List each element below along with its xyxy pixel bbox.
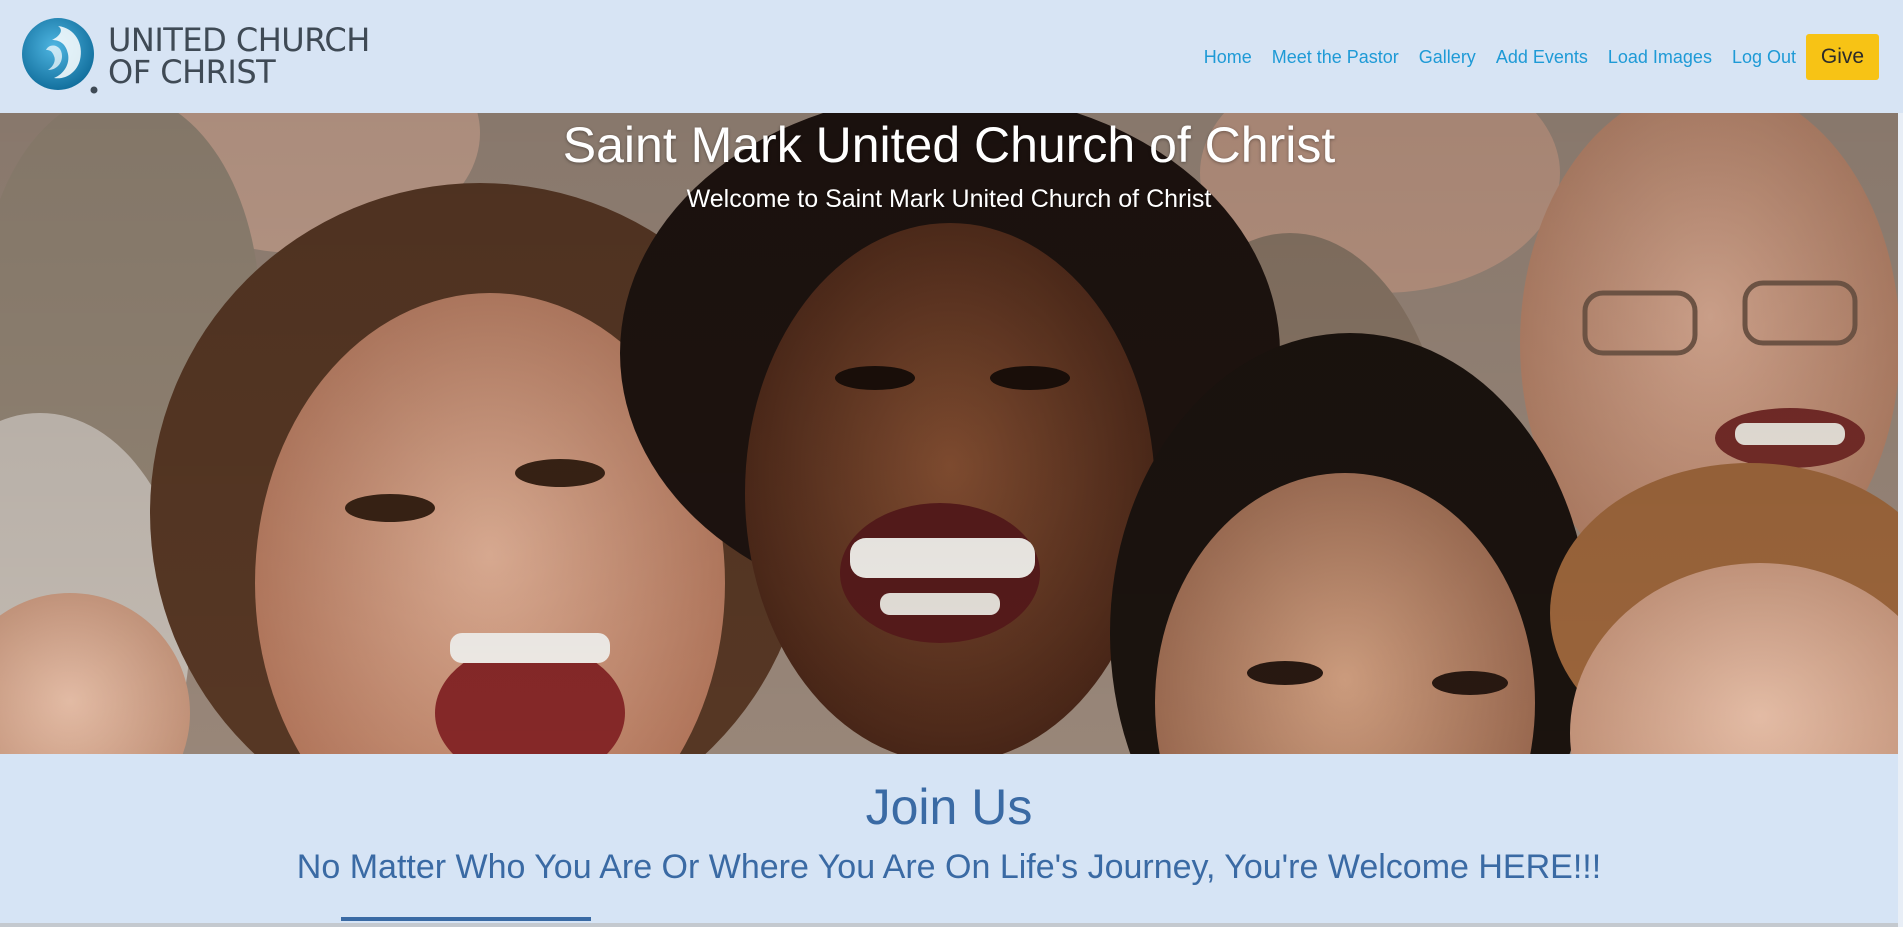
page: UNITED CHURCH OF CHRIST Home Meet the Pa… xyxy=(0,0,1903,927)
main-nav: Home Meet the Pastor Gallery Add Events … xyxy=(1184,34,1879,80)
hero-banner: Saint Mark United Church of Christ Welco… xyxy=(0,113,1898,754)
navbar: UNITED CHURCH OF CHRIST Home Meet the Pa… xyxy=(0,0,1903,113)
brand-logo-link[interactable]: UNITED CHURCH OF CHRIST xyxy=(20,15,400,97)
hero-subtitle: Welcome to Saint Mark United Church of C… xyxy=(686,185,1212,213)
page-scrollbar[interactable] xyxy=(1898,113,1903,927)
brand-name: UNITED CHURCH OF CHRIST xyxy=(108,24,370,88)
give-button[interactable]: Give xyxy=(1806,34,1879,80)
join-us-heading: Join Us xyxy=(865,779,1033,835)
ucc-comma-logo-icon xyxy=(22,18,98,94)
nav-add-events[interactable]: Add Events xyxy=(1496,47,1588,68)
nav-gallery[interactable]: Gallery xyxy=(1419,47,1476,68)
nav-load-images[interactable]: Load Images xyxy=(1608,47,1712,68)
brand-line-2: OF CHRIST xyxy=(108,53,276,91)
nav-meet-the-pastor[interactable]: Meet the Pastor xyxy=(1272,47,1399,68)
brand-line-1: UNITED CHURCH xyxy=(108,21,370,59)
nav-log-out[interactable]: Log Out xyxy=(1732,47,1796,68)
hero-title: Saint Mark United Church of Christ xyxy=(562,117,1336,173)
join-us-tagline: No Matter Who You Are Or Where You Are O… xyxy=(296,848,1602,886)
active-tab-indicator xyxy=(341,917,591,921)
join-us-section: Join Us No Matter Who You Are Or Where Y… xyxy=(0,754,1898,927)
section-divider xyxy=(0,923,1898,927)
nav-home[interactable]: Home xyxy=(1204,47,1252,68)
